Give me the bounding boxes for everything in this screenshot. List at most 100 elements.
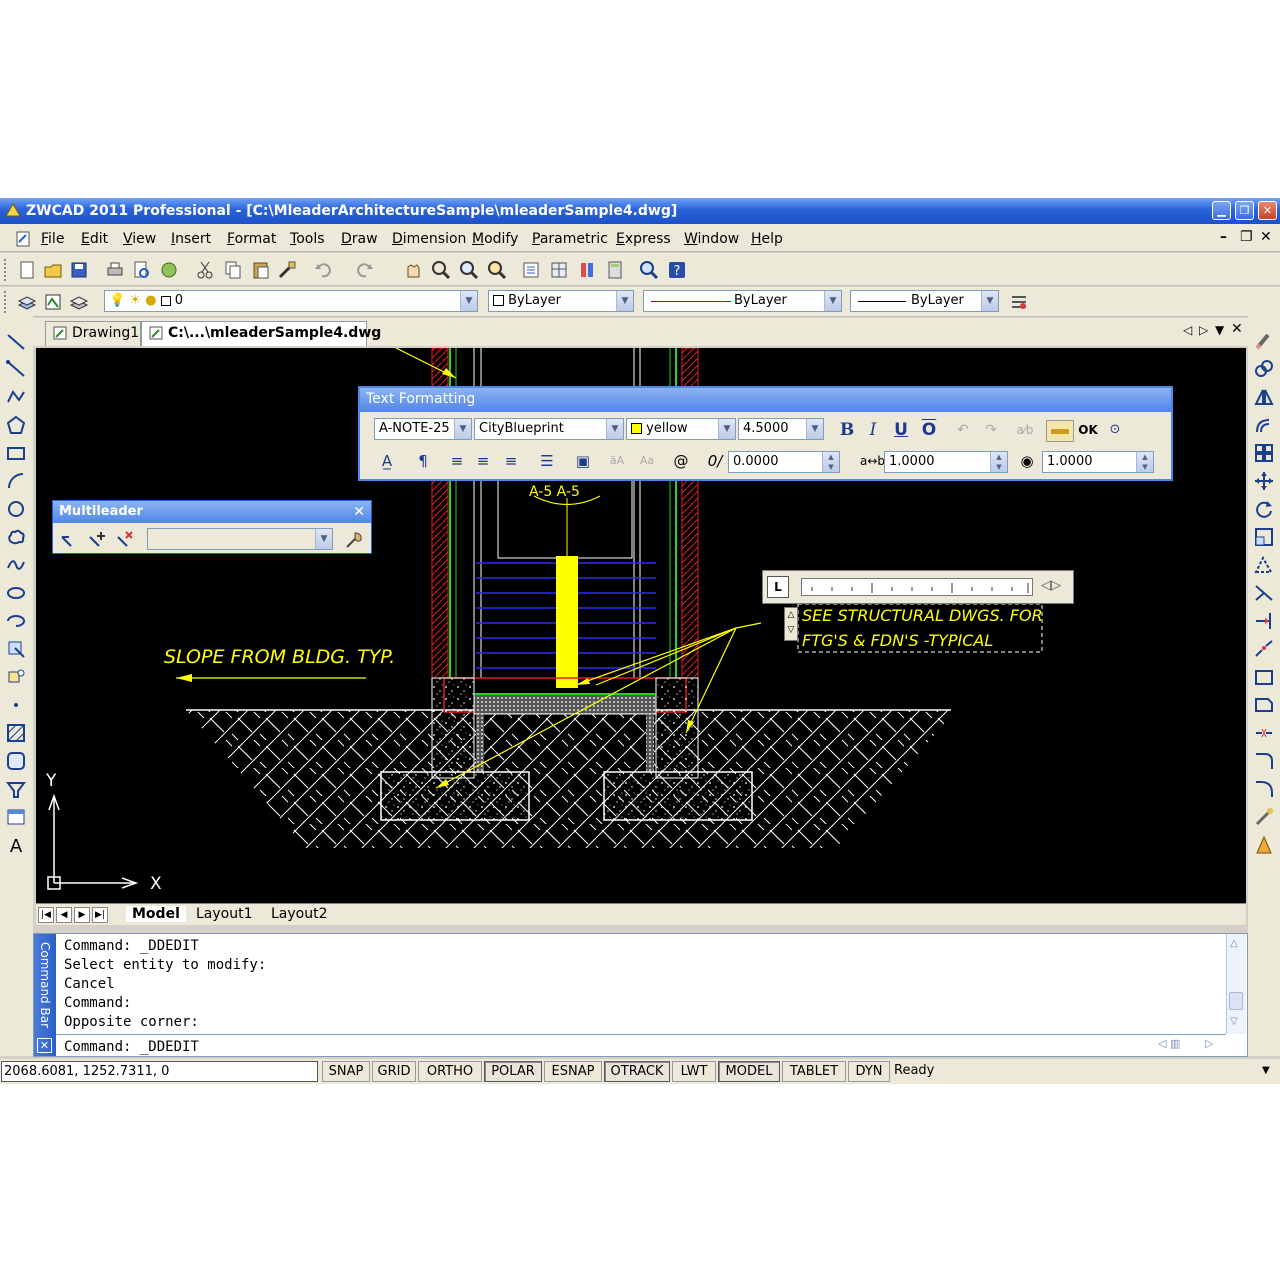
spinner-icon[interactable]: ▲ ▼ — [990, 452, 1007, 472]
mirror-icon[interactable] — [1253, 386, 1275, 408]
extend-icon[interactable] — [1253, 610, 1275, 632]
tab-model[interactable]: Model — [126, 906, 186, 922]
chevron-down-icon[interactable]: ▼ — [460, 291, 477, 311]
color-select[interactable]: ByLayer ▼ — [488, 290, 634, 312]
stretch-icon[interactable] — [1253, 554, 1275, 576]
rotate-icon[interactable] — [1253, 498, 1275, 520]
symbol-icon[interactable]: @ — [670, 450, 692, 472]
tracking-input[interactable]: 1.0000 ▲ ▼ — [884, 451, 1008, 473]
offset-icon[interactable] — [1253, 414, 1275, 436]
underline-button[interactable]: U — [890, 419, 912, 441]
point-icon[interactable] — [5, 694, 27, 716]
align-left-icon[interactable]: ≡ — [446, 450, 468, 472]
menu-insert[interactable]: Insert — [171, 231, 211, 247]
ortho-toggle[interactable]: ORTHO — [418, 1061, 482, 1082]
ok-button[interactable]: OK — [1076, 419, 1100, 441]
copy-icon[interactable] — [222, 259, 244, 281]
columns-icon[interactable]: ¶ — [412, 450, 434, 472]
slope-note[interactable]: SLOPE FROM BLDG. TYP. — [164, 646, 395, 668]
undo-text-icon[interactable]: ↶ — [952, 419, 974, 441]
chevron-down-icon[interactable]: ▼ — [606, 419, 623, 439]
pan-icon[interactable] — [402, 259, 424, 281]
width-factor-icon[interactable]: ◉ — [1016, 450, 1038, 472]
break-at-point-icon[interactable] — [1253, 722, 1275, 744]
join-icon[interactable] — [1253, 666, 1275, 688]
linetype-select[interactable]: ByLayer ▼ — [643, 290, 842, 312]
multileader-title-bar[interactable]: Multileader ✕ — [53, 501, 371, 523]
grid-toggle[interactable]: GRID — [372, 1061, 416, 1082]
save-icon[interactable] — [68, 259, 90, 281]
edit-properties-icon[interactable] — [1253, 834, 1275, 856]
spline-icon[interactable] — [5, 554, 27, 576]
chamfer-icon[interactable] — [1253, 694, 1275, 716]
redo-icon[interactable] — [354, 259, 376, 281]
polar-toggle[interactable]: POLAR — [484, 1061, 542, 1082]
options-icon[interactable]: ⊙ — [1104, 419, 1126, 441]
make-block-icon[interactable] — [5, 666, 27, 688]
width-factor-input[interactable]: 1.0000 ▲ ▼ — [1042, 451, 1154, 473]
oblique-icon[interactable]: 0/ — [704, 450, 726, 472]
overline-button[interactable]: O — [918, 419, 940, 441]
esnap-toggle[interactable]: ESNAP — [544, 1061, 602, 1082]
fillet-round-icon[interactable] — [1253, 778, 1275, 800]
dyn-toggle[interactable]: DYN — [848, 1061, 890, 1082]
zoom-realtime-icon[interactable] — [430, 259, 452, 281]
align-right-icon[interactable]: ≡ — [500, 450, 522, 472]
font-select[interactable]: CityBlueprint ▼ — [474, 418, 624, 440]
cut-icon[interactable] — [194, 259, 216, 281]
align-center-icon[interactable]: ≡ — [472, 450, 494, 472]
region-icon[interactable] — [5, 750, 27, 772]
command-input[interactable]: Command: _DDEDIT — [64, 1039, 199, 1055]
properties-icon[interactable] — [520, 259, 542, 281]
menu-tools[interactable]: Tools — [290, 231, 325, 247]
wipeout-icon[interactable] — [5, 778, 27, 800]
tab-scroll-left-icon[interactable]: ◁ — [1183, 323, 1192, 337]
table-icon[interactable] — [5, 806, 27, 828]
status-menu-icon[interactable]: ▼ — [1262, 1065, 1270, 1076]
publish-icon[interactable] — [158, 259, 180, 281]
tab-mleadersample4[interactable]: C:\...\mleaderSample4.dwg — [141, 321, 381, 346]
chevron-down-icon[interactable]: ▼ — [824, 291, 841, 311]
text-formatting-title-bar[interactable]: Text Formatting — [360, 388, 1171, 412]
add-leader-icon[interactable] — [87, 529, 109, 551]
scroll-thumb[interactable] — [1229, 992, 1243, 1010]
menu-file[interactable]: File — [41, 231, 64, 247]
break-icon[interactable] — [1253, 638, 1275, 660]
mdi-close-button[interactable]: ✕ — [1260, 229, 1272, 245]
chevron-down-icon[interactable]: ▼ — [315, 529, 332, 549]
menu-parametric[interactable]: Parametric — [532, 231, 608, 247]
paste-icon[interactable] — [250, 259, 272, 281]
height-handle-icon[interactable]: △ ▽ — [784, 607, 798, 641]
lwt-toggle[interactable]: LWT — [672, 1061, 716, 1082]
mdi-restore-button[interactable]: ❐ — [1240, 229, 1253, 245]
match-properties-icon[interactable] — [276, 259, 298, 281]
lineweight-select[interactable]: ByLayer ▼ — [850, 290, 999, 312]
insert-field-box-icon[interactable]: ▣ — [572, 450, 594, 472]
restore-button[interactable]: ❐ — [1235, 201, 1254, 220]
command-scrollbar[interactable]: △ ▽ — [1226, 934, 1246, 1034]
multileader-icon[interactable] — [59, 529, 81, 551]
arc-icon[interactable] — [5, 470, 27, 492]
multiline-text-icon[interactable]: A — [5, 834, 27, 856]
zoom-window-icon[interactable] — [458, 259, 480, 281]
text-color-select[interactable]: yellow ▼ — [626, 418, 736, 440]
explode-icon[interactable] — [1253, 806, 1275, 828]
bold-button[interactable]: B — [836, 419, 858, 441]
last-layout-icon[interactable]: ▶| — [92, 907, 108, 923]
zoom-previous-icon[interactable] — [486, 259, 508, 281]
layer-select[interactable]: 💡 ☀ ● 0 ▼ — [104, 290, 478, 312]
plot-style-icon[interactable] — [1008, 291, 1030, 313]
previous-layout-icon[interactable]: ◀ — [56, 907, 72, 923]
tab-close-icon[interactable]: ✕ — [1231, 321, 1243, 337]
otrack-toggle[interactable]: OTRACK — [604, 1061, 670, 1082]
trim-icon[interactable] — [1253, 582, 1275, 604]
structural-note-line1[interactable]: SEE STRUCTURAL DWGS. FOR — [802, 606, 1043, 625]
tab-list-icon[interactable]: ▼ — [1215, 323, 1224, 337]
tracking-icon[interactable]: a↔b — [860, 450, 885, 472]
tab-layout2[interactable]: Layout2 — [271, 906, 328, 922]
design-center-icon[interactable] — [548, 259, 570, 281]
copy-object-icon[interactable] — [1253, 358, 1275, 380]
menu-express[interactable]: Express — [616, 231, 671, 247]
ruler-width-icon[interactable]: ◁▷ — [1041, 578, 1061, 593]
preview-icon[interactable] — [130, 259, 152, 281]
